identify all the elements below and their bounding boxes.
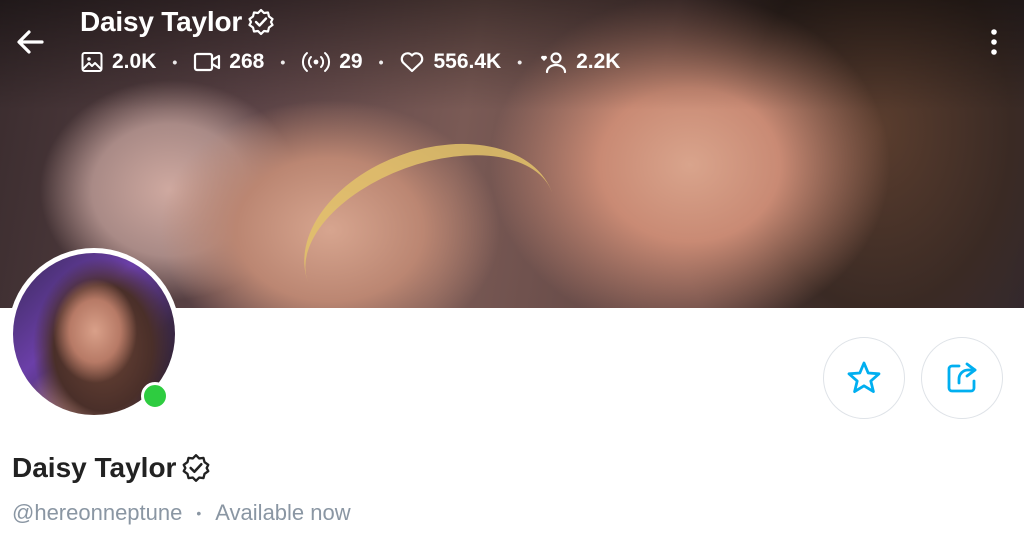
online-status-indicator xyxy=(141,382,169,410)
availability-status: Available now xyxy=(215,500,351,525)
more-options-button[interactable] xyxy=(984,26,1004,60)
stat-videos-count: 268 xyxy=(229,50,265,73)
profile-name-row: Daisy Taylor xyxy=(12,452,212,484)
profile-handle[interactable]: @hereonneptune xyxy=(12,500,182,526)
stat-fans-count: 2.2K xyxy=(576,50,621,73)
cover-image xyxy=(0,0,1024,308)
video-icon xyxy=(194,52,221,72)
star-icon xyxy=(847,361,881,393)
share-button[interactable] xyxy=(921,337,1003,419)
separator-dot: • xyxy=(517,54,523,70)
header-title-row: Daisy Taylor xyxy=(80,6,276,38)
fans-icon xyxy=(541,52,567,74)
image-icon xyxy=(81,52,103,72)
stat-streams: 29 xyxy=(301,50,363,74)
share-icon xyxy=(947,362,977,393)
header-title: Daisy Taylor xyxy=(80,6,243,37)
stat-likes: 556.4K xyxy=(399,50,501,74)
separator-dot: • xyxy=(280,54,286,70)
profile-name: Daisy Taylor xyxy=(12,452,177,483)
back-button[interactable] xyxy=(12,24,48,60)
more-vertical-icon xyxy=(991,29,997,55)
cover-photo-detail xyxy=(278,110,582,308)
heart-icon xyxy=(401,52,424,73)
verified-icon xyxy=(183,454,210,482)
stat-videos: 268 xyxy=(193,50,264,74)
stream-icon xyxy=(302,52,331,72)
stat-streams-count: 29 xyxy=(339,50,363,73)
separator-dot: • xyxy=(172,54,178,70)
separator-dot: • xyxy=(378,54,384,70)
header-stats: 2.0K • 268 • 29 • 556.4K • 2.2K xyxy=(80,50,620,74)
avatar-container[interactable] xyxy=(8,248,180,420)
arrow-left-icon xyxy=(17,30,44,54)
separator-dot: • xyxy=(196,505,202,521)
stat-fans: 2.2K xyxy=(538,50,620,74)
stat-photos: 2.0K xyxy=(80,50,156,74)
stat-likes-count: 556.4K xyxy=(433,50,502,73)
stat-photos-count: 2.0K xyxy=(112,50,157,73)
favorite-button[interactable] xyxy=(823,337,905,419)
verified-icon xyxy=(248,8,274,36)
profile-meta: @hereonneptune • Available now xyxy=(12,500,351,526)
